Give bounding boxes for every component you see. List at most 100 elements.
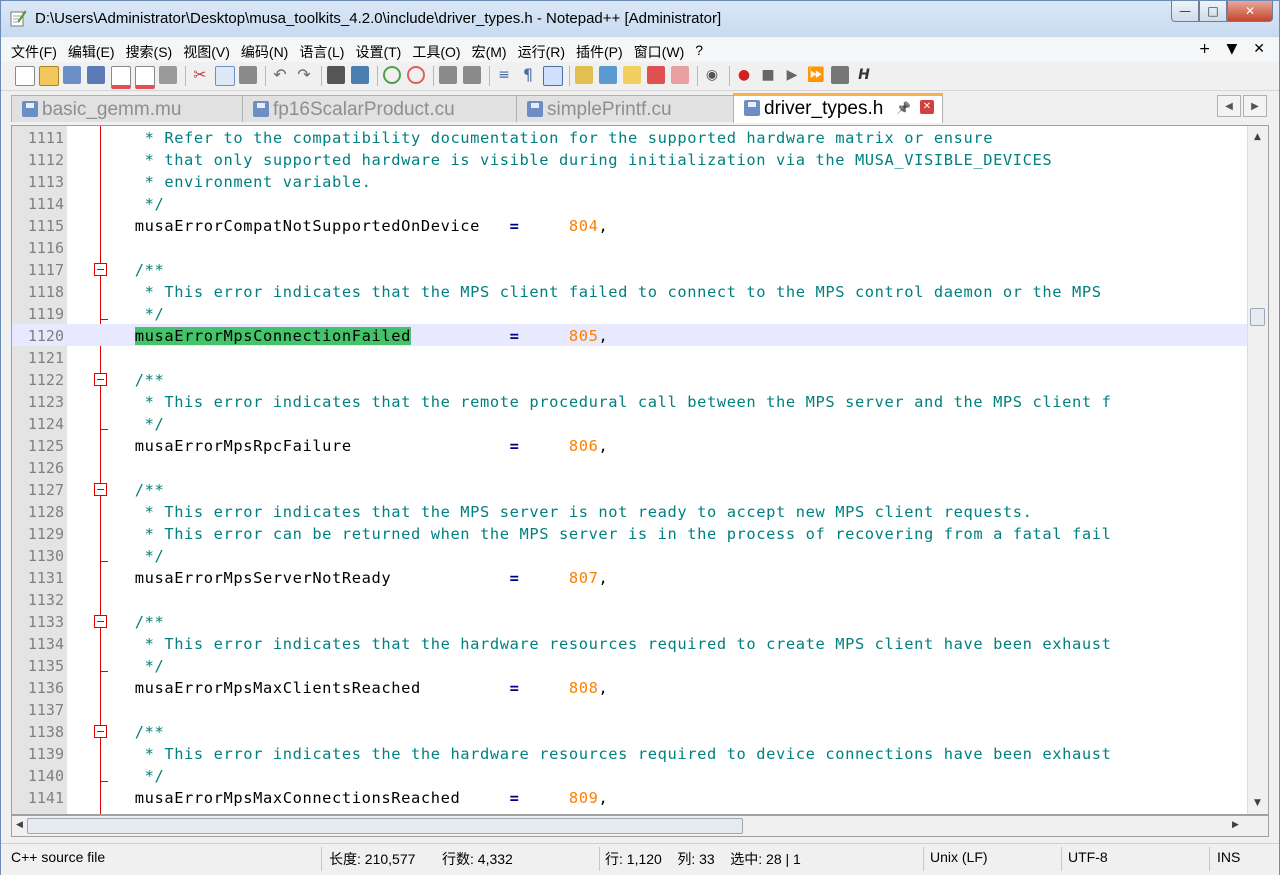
code-line[interactable]: 1114 */ xyxy=(12,192,1248,214)
close-file-icon[interactable] xyxy=(111,66,131,89)
fold-collapse-icon[interactable] xyxy=(94,483,107,496)
monitoring-icon[interactable] xyxy=(671,66,689,84)
function-list-icon[interactable] xyxy=(623,66,641,84)
tab-scroll-left-button[interactable]: ◀ xyxy=(1217,95,1241,117)
print-icon[interactable] xyxy=(159,66,177,84)
code-line[interactable]: 1115 musaErrorCompatNotSupportedOnDevice… xyxy=(12,214,1248,236)
close-button[interactable]: ✕ xyxy=(1227,1,1273,22)
menu-language[interactable]: 语言(L) xyxy=(299,42,344,62)
code-line[interactable]: 1140 */ xyxy=(12,764,1248,786)
view-icon[interactable]: ◉ xyxy=(703,66,721,84)
close-document-icon[interactable]: ✕ xyxy=(1253,41,1265,57)
scroll-up-arrow-icon[interactable]: ▲ xyxy=(1254,132,1261,142)
code-line[interactable]: 1126 xyxy=(12,456,1248,478)
stop-macro-icon[interactable]: ■ xyxy=(759,66,777,84)
code-line[interactable]: 1116 xyxy=(12,236,1248,258)
vertical-scrollbar[interactable]: ▲ ▼ xyxy=(1247,126,1268,814)
close-all-icon[interactable] xyxy=(135,66,155,89)
indent-guide-icon[interactable] xyxy=(543,66,563,86)
sync-horizontal-icon[interactable] xyxy=(463,66,481,84)
code-line[interactable]: 1111 * Refer to the compatibility docume… xyxy=(12,126,1248,148)
replace-icon[interactable] xyxy=(351,66,369,84)
code-line[interactable]: 1137 xyxy=(12,698,1248,720)
open-file-icon[interactable] xyxy=(39,66,59,86)
menu-plugins[interactable]: 插件(P) xyxy=(576,42,623,62)
save-macro-icon[interactable] xyxy=(831,66,849,84)
code-line[interactable]: 1139 * This error indicates the the hard… xyxy=(12,742,1248,764)
code-line[interactable]: 1122 /** xyxy=(12,368,1248,390)
menu-settings[interactable]: 设置(T) xyxy=(355,42,401,62)
code-line[interactable]: 1128 * This error indicates that the MPS… xyxy=(12,500,1248,522)
zoom-out-icon[interactable] xyxy=(407,66,425,84)
code-line[interactable]: 1127 /** xyxy=(12,478,1248,500)
code-line[interactable]: 1117 /** xyxy=(12,258,1248,280)
horizontal-scroll-thumb[interactable] xyxy=(27,818,743,834)
menu-tools[interactable]: 工具(O) xyxy=(412,42,460,62)
redo-icon[interactable]: ↷ xyxy=(295,66,313,84)
menu-help[interactable]: ? xyxy=(695,42,703,62)
menu-search[interactable]: 搜索(S) xyxy=(126,42,173,62)
run-macro-multiple-icon[interactable]: ⏩ xyxy=(807,66,825,84)
code-line[interactable]: 1138 /** xyxy=(12,720,1248,742)
find-icon[interactable] xyxy=(327,66,345,84)
close-tab-icon[interactable]: ✕ xyxy=(920,100,934,114)
code-line[interactable]: 1129 * This error can be returned when t… xyxy=(12,522,1248,544)
menu-encoding[interactable]: 编码(N) xyxy=(241,42,288,62)
code-line[interactable]: 1121 xyxy=(12,346,1248,368)
show-all-characters-icon[interactable]: ¶ xyxy=(519,66,537,84)
code-line[interactable]: 1136 musaErrorMpsMaxClientsReached = 808… xyxy=(12,676,1248,698)
code-editor[interactable]: 1111 * Refer to the compatibility docume… xyxy=(11,125,1269,815)
pin-tab-icon[interactable]: 📌 xyxy=(896,101,911,115)
document-map-icon[interactable] xyxy=(599,66,617,84)
code-line[interactable]: 1125 musaErrorMpsRpcFailure = 806, xyxy=(12,434,1248,456)
play-macro-icon[interactable]: ▶ xyxy=(783,66,801,84)
title-bar[interactable]: D:\Users\Administrator\Desktop\musa_tool… xyxy=(1,1,1279,37)
fold-collapse-icon[interactable] xyxy=(94,615,107,628)
hex-editor-icon[interactable]: H xyxy=(855,66,873,84)
code-line[interactable]: 1135 */ xyxy=(12,654,1248,676)
menu-macro[interactable]: 宏(M) xyxy=(472,42,507,62)
code-line[interactable]: 1141 musaErrorMpsMaxConnectionsReached =… xyxy=(12,786,1248,808)
code-line[interactable]: 1118 * This error indicates that the MPS… xyxy=(12,280,1248,302)
code-line[interactable]: 1112 * that only supported hardware is v… xyxy=(12,148,1248,170)
fold-collapse-icon[interactable] xyxy=(94,263,107,276)
paste-icon[interactable] xyxy=(239,66,257,84)
copy-icon[interactable] xyxy=(215,66,235,86)
tab-scroll-right-button[interactable]: ▶ xyxy=(1243,95,1267,117)
code-line[interactable]: 1130 */ xyxy=(12,544,1248,566)
tab-list-dropdown-icon[interactable]: ▼ xyxy=(1226,41,1237,57)
menu-window[interactable]: 窗口(W) xyxy=(634,42,685,62)
code-line[interactable]: 1134 * This error indicates that the har… xyxy=(12,632,1248,654)
user-defined-language-icon[interactable] xyxy=(575,66,593,84)
tab-basic-gemm[interactable]: basic_gemm.mu xyxy=(11,95,243,122)
word-wrap-icon[interactable]: ≡ xyxy=(495,66,513,84)
code-line[interactable]: 1124 */ xyxy=(12,412,1248,434)
code-line[interactable]: 1131 musaErrorMpsServerNotReady = 807, xyxy=(12,566,1248,588)
menu-edit[interactable]: 编辑(E) xyxy=(68,42,115,62)
code-line[interactable]: 1132 xyxy=(12,588,1248,610)
menu-run[interactable]: 运行(R) xyxy=(518,42,565,62)
scroll-down-arrow-icon[interactable]: ▼ xyxy=(1254,798,1261,808)
vertical-scroll-thumb[interactable] xyxy=(1250,308,1265,326)
tab-simple-printf[interactable]: simplePrintf.cu xyxy=(516,95,734,122)
editor-lines[interactable]: 1111 * Refer to the compatibility docume… xyxy=(12,126,1248,808)
zoom-in-icon[interactable] xyxy=(383,66,401,84)
cut-icon[interactable]: ✂ xyxy=(191,66,209,84)
current-line[interactable]: 1120 musaErrorMpsConnectionFailed = 805, xyxy=(12,324,1248,346)
menu-file[interactable]: 文件(F) xyxy=(11,42,57,62)
sync-vertical-icon[interactable] xyxy=(439,66,457,84)
minimize-button[interactable]: — xyxy=(1171,1,1199,22)
save-icon[interactable] xyxy=(63,66,81,84)
record-macro-icon[interactable]: ● xyxy=(735,66,753,84)
menu-view[interactable]: 视图(V) xyxy=(183,42,230,62)
maximize-button[interactable]: □ xyxy=(1199,1,1227,22)
fold-collapse-icon[interactable] xyxy=(94,373,107,386)
tab-driver-types[interactable]: driver_types.h 📌 ✕ xyxy=(733,93,943,123)
tab-fp16-scalar-product[interactable]: fp16ScalarProduct.cu xyxy=(242,95,517,122)
new-tab-plus-icon[interactable]: + xyxy=(1199,41,1211,57)
save-all-icon[interactable] xyxy=(87,66,105,84)
fold-collapse-icon[interactable] xyxy=(94,725,107,738)
code-line[interactable]: 1133 /** xyxy=(12,610,1248,632)
code-line[interactable]: 1123 * This error indicates that the rem… xyxy=(12,390,1248,412)
undo-icon[interactable]: ↶ xyxy=(271,66,289,84)
